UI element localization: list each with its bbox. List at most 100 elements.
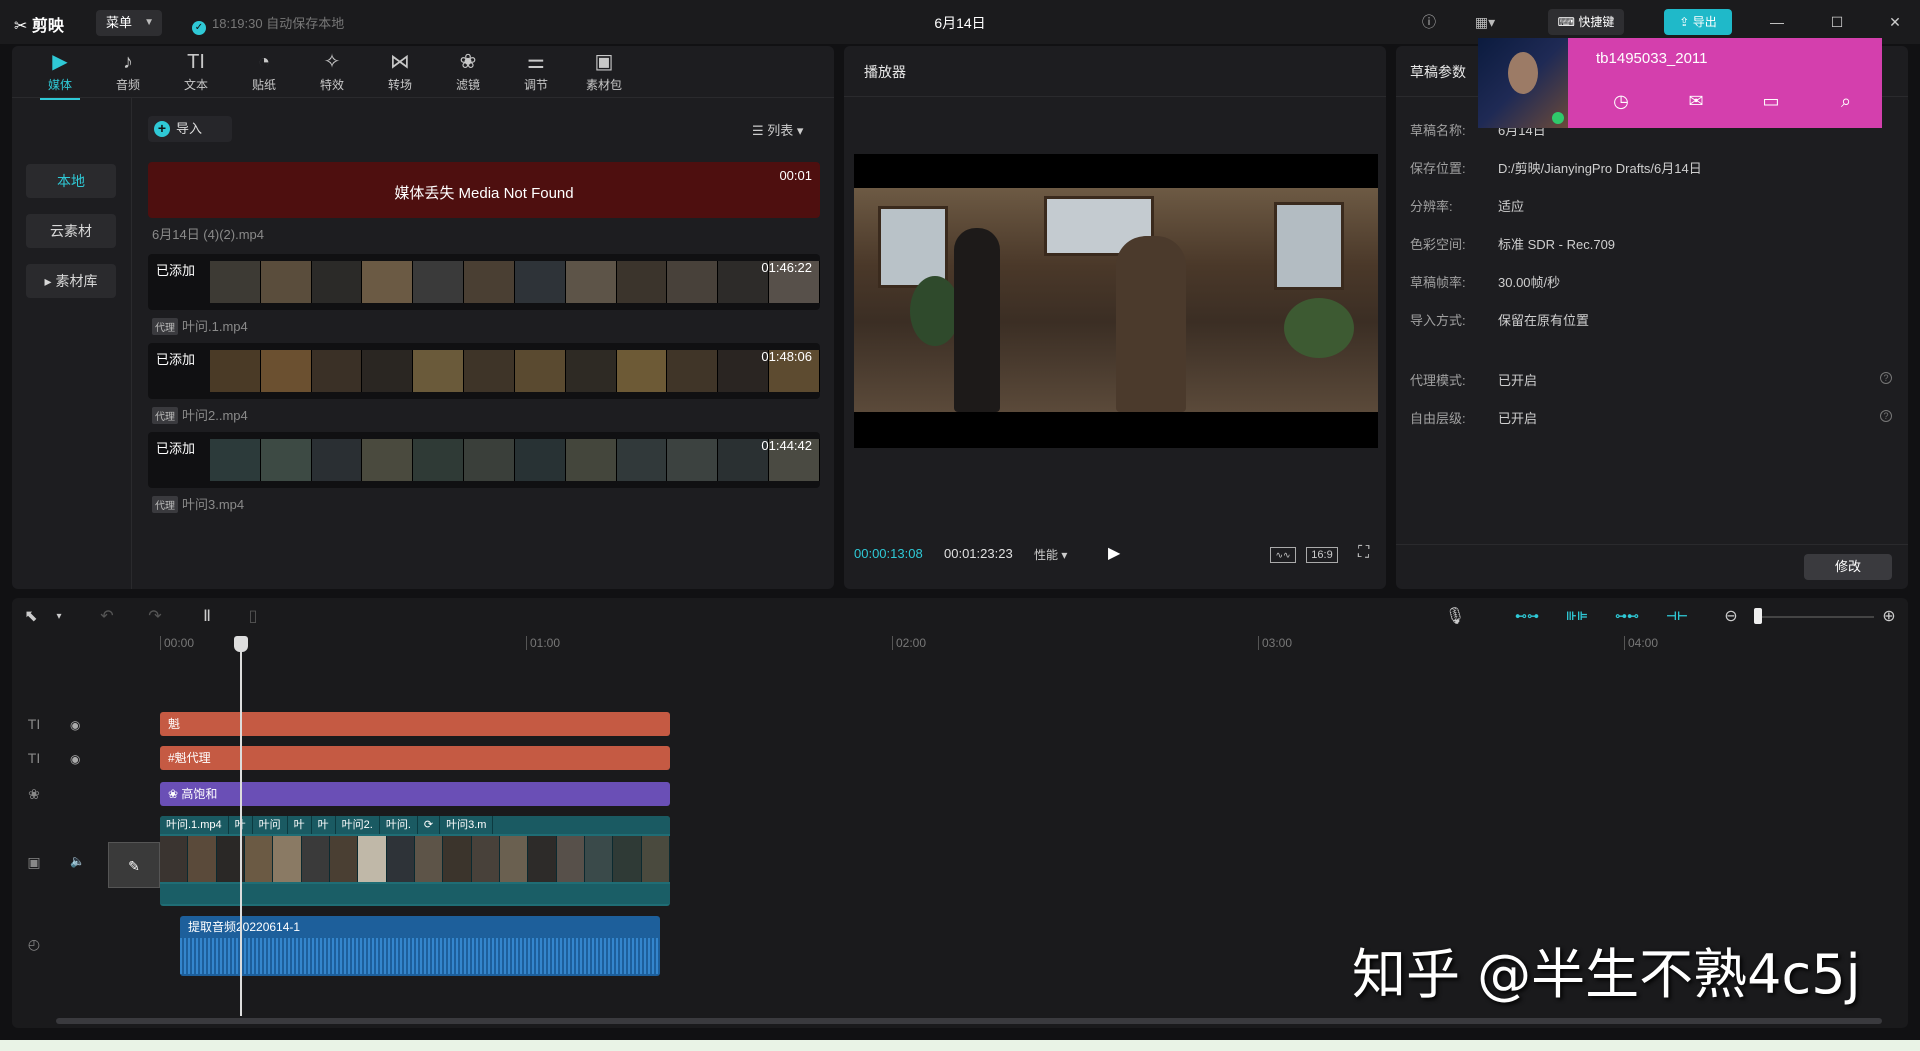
thumbnail-frame bbox=[413, 439, 465, 481]
param-key: 自由层级: bbox=[1410, 411, 1466, 426]
modify-button[interactable]: 修改 bbox=[1804, 554, 1892, 580]
calendar-icon[interactable]: ▭ bbox=[1758, 88, 1784, 114]
tab-transition[interactable]: ⋈ 转场 bbox=[368, 50, 432, 96]
thumbnail-frame bbox=[260, 261, 312, 303]
performance-dropdown[interactable]: 性能 ▾ bbox=[1034, 546, 1067, 563]
help-icon[interactable]: ? bbox=[1880, 410, 1892, 422]
media-clip-card[interactable]: 已添加 01:44:42 bbox=[148, 432, 820, 488]
tab-text[interactable]: TI 文本 bbox=[164, 50, 228, 96]
ruler-tick: 04:00 bbox=[1624, 636, 1658, 650]
tab-adjust[interactable]: ⚌ 调节 bbox=[504, 50, 568, 96]
select-tool-icon[interactable]: ⬉ bbox=[20, 606, 42, 628]
timeline-ruler[interactable]: 00:00 01:00 02:00 03:00 04:00 bbox=[12, 634, 1908, 658]
adjust-icon: ⚌ bbox=[527, 51, 545, 73]
eye-icon[interactable]: ◉ bbox=[70, 752, 80, 766]
clip-filename: 叶问.1.mp4 bbox=[182, 319, 248, 334]
playhead-handle[interactable] bbox=[234, 636, 248, 652]
aspect-ratio-button[interactable]: 16:9 bbox=[1306, 547, 1338, 563]
clip-filename-row: 代理 叶问.1.mp4 bbox=[152, 316, 248, 335]
close-button[interactable]: ✕ bbox=[1880, 10, 1910, 34]
volume-icon[interactable]: 🔈 bbox=[70, 854, 85, 868]
import-button[interactable]: + 导入 bbox=[148, 116, 232, 142]
params-title: 草稿参数 bbox=[1410, 64, 1466, 80]
thumbnail-frame bbox=[362, 439, 414, 481]
clip-filename-row: 代理 叶问2..mp4 bbox=[152, 405, 248, 424]
link-clips-icon[interactable]: ⊷⊶ bbox=[1514, 607, 1540, 625]
layout-icon[interactable]: ▦▾ bbox=[1472, 10, 1498, 34]
clock-icon[interactable]: ◷ bbox=[1608, 88, 1634, 114]
zoom-slider-handle[interactable] bbox=[1754, 608, 1762, 624]
nav-local[interactable]: 本地 bbox=[26, 164, 116, 198]
thumbnail-frame bbox=[464, 439, 515, 481]
param-value: 适应 bbox=[1498, 199, 1525, 214]
scene-person bbox=[1116, 236, 1186, 412]
main-clip-label: ⟳ bbox=[418, 816, 441, 834]
thumbnail-frame bbox=[210, 350, 261, 392]
text-clip[interactable]: 魁 bbox=[160, 712, 670, 736]
param-key: 分辨率: bbox=[1410, 199, 1453, 214]
cover-edit-button[interactable]: ✎ bbox=[108, 842, 160, 888]
shortcut-button[interactable]: ⌨ 快捷键 bbox=[1548, 9, 1624, 35]
clip-added-status: 已添加 bbox=[156, 263, 196, 278]
help-icon[interactable]: ? bbox=[1880, 372, 1892, 384]
tab-filter[interactable]: ❀ 滤镜 bbox=[436, 50, 500, 96]
zoom-slider[interactable] bbox=[1754, 616, 1874, 618]
clip-added-status: 已添加 bbox=[156, 441, 196, 456]
timeline-scrollbar[interactable] bbox=[56, 1018, 1882, 1024]
audio-clip-label: 提取音频20220614-1 bbox=[188, 920, 301, 934]
audio-clip[interactable]: 提取音频20220614-1 bbox=[180, 916, 660, 976]
thumbnail-frame bbox=[514, 350, 566, 392]
missing-media-duration: 00:01 bbox=[779, 168, 812, 183]
fullscreen-icon[interactable]: ⛶ bbox=[1358, 544, 1369, 562]
export-icon: ⇪ bbox=[1679, 15, 1693, 29]
text-clip[interactable]: #魁代理 bbox=[160, 746, 670, 770]
undo-icon[interactable]: ↶ bbox=[96, 606, 118, 628]
thumbnail-frame bbox=[362, 261, 414, 303]
split-icon[interactable]: Ⅱ bbox=[196, 606, 218, 628]
watermark: 知乎 @半生不熟4c5j bbox=[1352, 943, 1861, 1006]
divider bbox=[844, 96, 1386, 97]
chevron-down-icon: ▼ bbox=[144, 17, 154, 28]
timeline-frame bbox=[414, 836, 444, 882]
main-video-track[interactable]: 叶问.1.mp4叶叶问叶叶叶问2.叶问.⟳叶问3.m bbox=[160, 816, 670, 906]
delete-icon[interactable]: ▯ bbox=[242, 606, 264, 628]
redo-icon[interactable]: ↷ bbox=[144, 606, 166, 628]
tab-media[interactable]: ▶ 媒体 bbox=[28, 50, 92, 100]
play-icon[interactable]: ▶ bbox=[1108, 543, 1126, 563]
view-toggle[interactable]: ☰ 列表 ▾ bbox=[752, 120, 803, 139]
eye-icon[interactable]: ◉ bbox=[70, 718, 80, 732]
nav-cloud[interactable]: 云素材 bbox=[26, 214, 116, 248]
missing-media-card[interactable]: 媒体丢失 Media Not Found 00:01 bbox=[148, 162, 820, 218]
minimize-button[interactable]: — bbox=[1762, 10, 1792, 34]
thumbnail-frame bbox=[311, 261, 363, 303]
microphone-icon[interactable]: 🎙 bbox=[1444, 606, 1466, 628]
tab-effects[interactable]: ✧ 特效 bbox=[300, 50, 364, 96]
search-icon[interactable]: ⌕ bbox=[1833, 88, 1859, 114]
maximize-button[interactable]: ☐ bbox=[1822, 10, 1852, 34]
chevron-down-icon[interactable]: ▾ bbox=[48, 606, 70, 628]
snap-icon[interactable]: ⊪⊫ bbox=[1564, 607, 1590, 625]
tab-sticker[interactable]: ◔ 贴纸 bbox=[232, 50, 296, 96]
media-clip-card[interactable]: 已添加 01:48:06 bbox=[148, 343, 820, 399]
preview-axis-icon[interactable]: ⊣⊢ bbox=[1664, 607, 1690, 625]
filter-clip[interactable]: ❀ 高饱和 bbox=[160, 782, 670, 806]
main-clip-label: 叶问.1.mp4 bbox=[160, 816, 229, 834]
nav-library[interactable]: ▸ 素材库 bbox=[26, 264, 116, 298]
mail-icon[interactable]: ✉ bbox=[1683, 88, 1709, 114]
playhead[interactable] bbox=[240, 636, 242, 1016]
export-button[interactable]: ⇪ 导出 bbox=[1664, 9, 1732, 35]
tab-package[interactable]: ▣ 素材包 bbox=[572, 50, 636, 96]
tab-label: 调节 bbox=[523, 78, 548, 92]
menu-button[interactable]: 菜单 ▼ bbox=[96, 10, 162, 36]
import-label: 导入 bbox=[176, 121, 203, 136]
zoom-out-icon[interactable]: ⊖ bbox=[1720, 606, 1742, 628]
thumbnail-frame bbox=[616, 261, 668, 303]
linkage-icon[interactable]: ⊶⊷ bbox=[1614, 607, 1640, 625]
help-icon[interactable]: ⓘ bbox=[1416, 10, 1442, 34]
tab-audio[interactable]: ♪ 音频 bbox=[96, 50, 160, 96]
zoom-in-icon[interactable]: ⊕ bbox=[1878, 606, 1900, 628]
timeline-frame bbox=[556, 836, 585, 882]
video-preview[interactable] bbox=[854, 154, 1378, 448]
waveform-icon[interactable]: ∿∿ bbox=[1270, 547, 1296, 563]
media-clip-card[interactable]: 已添加 01:46:22 bbox=[148, 254, 820, 310]
